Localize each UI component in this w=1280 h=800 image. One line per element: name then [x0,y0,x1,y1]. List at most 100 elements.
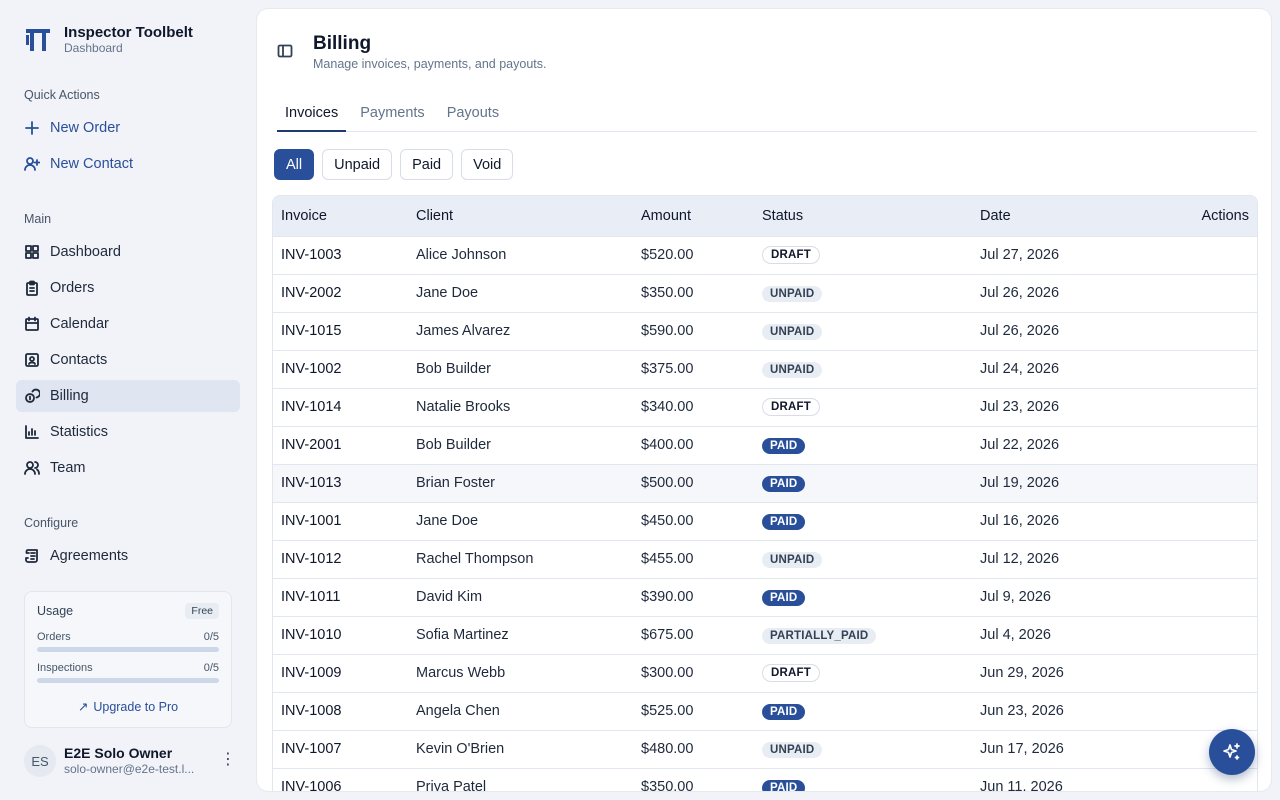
client-cell: James Alvarez [416,323,511,339]
sidebar-item-agreements[interactable]: Agreements [16,540,240,572]
table-row[interactable]: INV-1009 Marcus Webb $300.00 DRAFT Jun 29, 2… [273,654,1257,692]
status-badge: DRAFT [762,398,820,416]
new-contact-label: New Contact [50,156,134,172]
invoice-cell: INV-1003 [281,247,342,263]
status-cell: PAID [754,768,972,791]
column-header-invoice[interactable]: Invoice [273,196,408,236]
table-row[interactable]: INV-1003 Alice Johnson $520.00 DRAFT Jul 27,… [273,236,1257,274]
brand[interactable]: Inspector Toolbelt Dashboard [24,24,193,56]
column-header-date[interactable]: Date [972,196,1142,236]
filter-unpaid-button[interactable]: Unpaid [322,149,393,180]
status-badge: UNPAID [762,551,823,568]
sidebar-toggle-icon[interactable] [277,43,293,59]
table-row[interactable]: INV-1013 Brian Foster $500.00 PAID Jul 19, 2… [273,464,1257,502]
table-row[interactable]: INV-1007 Kevin O'Brien $480.00 UNPAID Jun 17… [273,730,1257,768]
column-header-amount[interactable]: Amount [633,196,754,236]
amount-cell: $400.00 [641,437,694,453]
date-cell: Jul 24, 2026 [980,361,1060,377]
plus-icon [24,120,40,136]
sidebar-item-label: Agreements [50,548,129,564]
column-header-status[interactable]: Status [754,196,972,236]
client-cell: Jane Doe [416,513,479,529]
sidebar-item-team[interactable]: Team [16,452,240,484]
table-row[interactable]: INV-2001 Bob Builder $400.00 PAID Jul 22, 20… [273,426,1257,464]
status-cell: UNPAID [754,540,972,578]
status-cell: UNPAID [754,274,972,312]
client-cell: Natalie Brooks [416,399,511,415]
table-row[interactable]: INV-1008 Angela Chen $525.00 PAID Jun 23, 20… [273,692,1257,730]
date-cell: Jun 11, 2026 [980,779,1063,792]
new-contact-button[interactable]: New Contact [16,148,240,180]
date-cell: Jun 17, 2026 [980,741,1064,757]
actions-cell [1142,388,1257,426]
status-cell: PARTIALLY_PAID [754,616,972,654]
ai-assistant-button[interactable] [1209,729,1255,775]
page-title: Billing [313,33,372,54]
amount-cell: $340.00 [641,399,694,415]
date-cell: Jul 22, 2026 [980,437,1060,453]
table-row[interactable]: INV-1001 Jane Doe $450.00 PAID Jul 16, 2026 [273,502,1257,540]
dashboard-icon [24,244,40,260]
sidebar-item-orders[interactable]: Orders [16,272,240,304]
amount-cell: $390.00 [641,589,694,605]
invoice-cell: INV-1010 [281,627,342,643]
column-header-client[interactable]: Client [408,196,633,236]
invoice-cell: INV-1007 [281,741,342,757]
table-row[interactable]: INV-1011 David Kim $390.00 PAID Jul 9, 2026 [273,578,1257,616]
table-row[interactable]: INV-1014 Natalie Brooks $340.00 DRAFT Jul 23… [273,388,1257,426]
filter-void-button[interactable]: Void [461,149,514,180]
amount-cell: $520.00 [641,247,694,263]
table-row[interactable]: INV-2002 Jane Doe $350.00 UNPAID Jul 26, 202… [273,274,1257,312]
status-cell: DRAFT [754,388,972,426]
bar-chart-icon [24,424,40,440]
more-vertical-icon[interactable]: ⋮ [220,750,236,770]
tab-payments[interactable]: Payments [352,101,432,132]
sidebar-item-dashboard[interactable]: Dashboard [16,236,240,268]
sidebar-item-label: Statistics [50,424,109,440]
upgrade-link[interactable]: ↗ Upgrade to Pro [37,699,219,715]
date-cell: Jul 26, 2026 [980,285,1060,301]
date-cell: Jul 12, 2026 [980,551,1060,567]
status-badge: UNPAID [762,323,823,340]
amount-cell: $675.00 [641,627,694,643]
client-cell: Sofia Martinez [416,627,509,643]
status-badge: UNPAID [762,285,823,302]
amount-cell: $375.00 [641,361,694,377]
scroll-icon [24,548,40,564]
amount-cell: $350.00 [641,779,694,792]
user-profile[interactable]: ES E2E Solo Owner solo-owner@e2e-test.l.… [24,744,240,778]
filter-all-button[interactable]: All [274,149,315,180]
table-row[interactable]: INV-1015 James Alvarez $590.00 UNPAID Jul 26… [273,312,1257,350]
status-badge: PAID [762,703,806,720]
new-order-button[interactable]: New Order [16,112,240,144]
amount-cell: $590.00 [641,323,694,339]
brand-subtitle: Dashboard [64,41,123,55]
filter-paid-button[interactable]: Paid [400,149,454,180]
sidebar-item-calendar[interactable]: Calendar [16,308,240,340]
status-badge: PAID [762,779,806,791]
actions-cell [1142,426,1257,464]
client-cell: Kevin O'Brien [416,741,505,757]
client-cell: David Kim [416,589,483,605]
sidebar-item-statistics[interactable]: Statistics [16,416,240,448]
client-cell: Bob Builder [416,437,491,453]
invoice-cell: INV-1002 [281,361,342,377]
status-badge: PAID [762,437,806,454]
orders-usage-value: 0/5 [203,631,219,643]
table-row[interactable]: INV-1010 Sofia Martinez $675.00 PARTIALLY_P… [273,616,1257,654]
amount-cell: $450.00 [641,513,694,529]
usage-card: Usage Free Orders 0/5 Inspections 0/5 ↗ … [24,591,232,728]
status-cell: UNPAID [754,730,972,768]
actions-cell [1142,616,1257,654]
sidebar-item-billing[interactable]: Billing [16,380,240,412]
tab-invoices[interactable]: Invoices [277,101,347,132]
table-row[interactable]: INV-1006 Priya Patel $350.00 PAID Jun 11, 20… [273,768,1257,792]
sidebar-item-label: Contacts [50,352,108,368]
table-row[interactable]: INV-1002 Bob Builder $375.00 UNPAID Jul 24, … [273,350,1257,388]
sidebar-item-contacts[interactable]: Contacts [16,344,240,376]
client-cell: Brian Foster [416,475,495,491]
date-cell: Jun 23, 2026 [980,703,1064,719]
tab-payouts[interactable]: Payouts [439,101,507,132]
status-badge: UNPAID [762,361,823,378]
table-row[interactable]: INV-1012 Rachel Thompson $455.00 UNPAID Jul … [273,540,1257,578]
